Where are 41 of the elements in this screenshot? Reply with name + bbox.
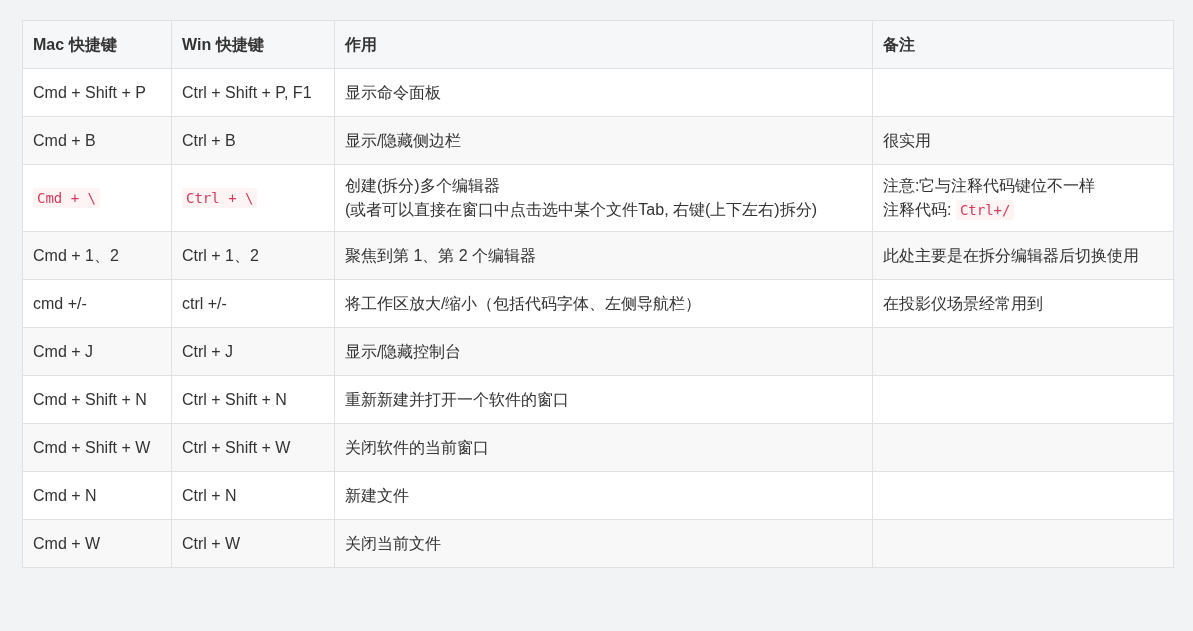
cell-text: Ctrl + N bbox=[182, 486, 237, 504]
cell-text: Ctrl + 1、2 bbox=[182, 246, 259, 264]
column-header: 备注 bbox=[883, 35, 915, 53]
cell-text: 关闭当前文件 bbox=[345, 534, 441, 552]
cell-text: Cmd + 1、2 bbox=[33, 246, 119, 264]
cell-text: Cmd + Shift + W bbox=[33, 438, 151, 456]
cell-text: 此处主要是在拆分编辑器后切换使用 bbox=[883, 246, 1139, 264]
cell-text: 聚焦到第 1、第 2 个编辑器 bbox=[345, 246, 537, 264]
cell-text: 很实用 bbox=[883, 131, 931, 149]
cell-text: 将工作区放大/缩小（包括代码字体、左侧导航栏） bbox=[345, 294, 702, 312]
cell-text: 重新新建并打开一个软件的窗口 bbox=[345, 390, 569, 408]
cell-text: 注意:它与注释代码键位不一样 bbox=[883, 177, 1096, 194]
cell-text: cmd +/- bbox=[33, 294, 87, 312]
cell-text: 新建文件 bbox=[345, 486, 409, 504]
inline-code: Cmd + \ bbox=[33, 188, 100, 208]
cell-text: Ctrl + Shift + P, F1 bbox=[182, 83, 312, 101]
cell-text: Cmd + N bbox=[33, 486, 97, 504]
cell-text: 关闭软件的当前窗口 bbox=[345, 438, 489, 456]
column-header: 作用 bbox=[345, 35, 377, 53]
cell-text: 创建(拆分)多个编辑器 bbox=[345, 177, 500, 194]
column-header: Mac 快捷键 bbox=[33, 35, 117, 53]
cell-text: Cmd + Shift + N bbox=[33, 390, 147, 408]
cell-text: 显示/隐藏控制台 bbox=[345, 342, 462, 360]
cell-text: Cmd + B bbox=[33, 131, 96, 149]
column-header: Win 快捷键 bbox=[182, 35, 264, 53]
cell-text: ctrl +/- bbox=[182, 294, 227, 312]
cell-text: 注释代码: bbox=[883, 201, 953, 218]
cell-text: Cmd + Shift + P bbox=[33, 83, 146, 101]
cell-text: Ctrl + Shift + W bbox=[182, 438, 291, 456]
cell-text: Ctrl + J bbox=[182, 342, 234, 360]
cell-text: 在投影仪场景经常用到 bbox=[883, 294, 1043, 312]
cell-text: 显示命令面板 bbox=[345, 83, 441, 101]
cell-text: Ctrl + B bbox=[182, 131, 236, 149]
cell-text: Ctrl + Shift + N bbox=[182, 390, 287, 408]
cell-text: Ctrl + W bbox=[182, 534, 241, 552]
inline-code: Ctrl+/ bbox=[955, 200, 1015, 220]
cell-text: Cmd + J bbox=[33, 342, 93, 360]
cell-text: 显示/隐藏侧边栏 bbox=[345, 131, 462, 149]
inline-code: Ctrl + \ bbox=[182, 188, 258, 208]
cell-text: Cmd + W bbox=[33, 534, 101, 552]
cell-text: (或者可以直接在窗口中点击选中某个文件Tab, 右键(上下左右)拆分) bbox=[345, 201, 817, 218]
